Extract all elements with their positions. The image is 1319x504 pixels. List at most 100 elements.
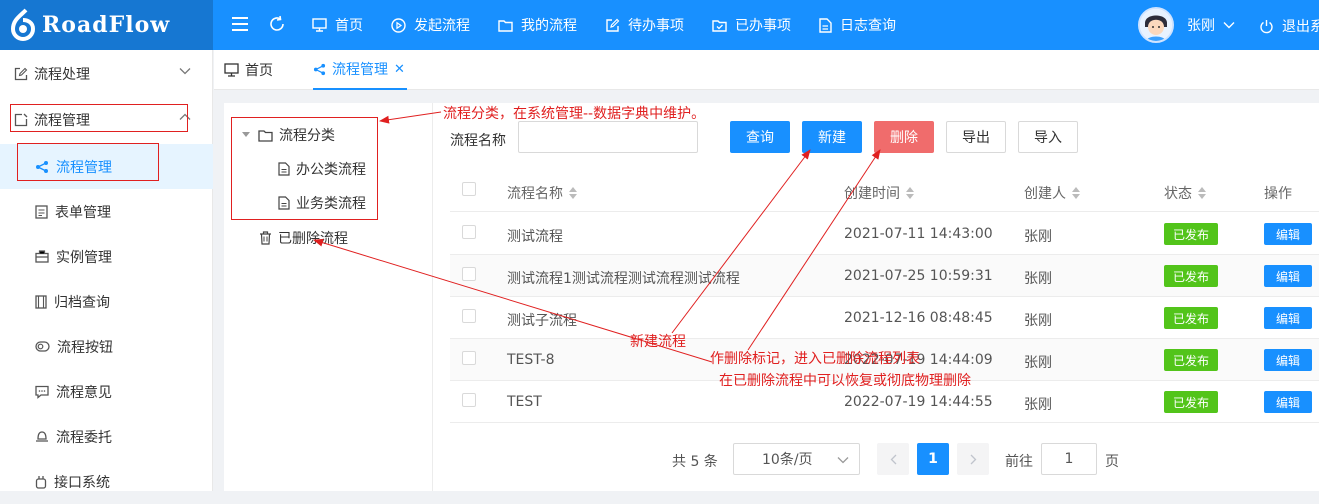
tab-home[interactable]: 首页: [224, 50, 273, 90]
row-checkbox[interactable]: [462, 267, 476, 281]
goto-label: 前往: [1005, 454, 1033, 470]
flow-name-input[interactable]: [518, 121, 698, 153]
nav-home[interactable]: 首页: [312, 15, 363, 35]
prev-page-button[interactable]: [877, 443, 909, 475]
select-all-checkbox[interactable]: [462, 182, 476, 196]
cell-time: 2022-07-19 14:44:55: [844, 394, 993, 410]
logout-button[interactable]: 退出系: [1259, 16, 1319, 36]
row-checkbox[interactable]: [462, 351, 476, 365]
nav-todo-label: 待办事项: [628, 18, 684, 34]
sidebar-group-label: 流程处理: [34, 67, 90, 83]
api-icon: [35, 475, 47, 489]
sidebar-item-form-manage[interactable]: 表单管理: [0, 189, 213, 234]
edit-button[interactable]: 编辑: [1264, 307, 1312, 329]
refresh-icon[interactable]: [268, 15, 286, 33]
edit-button[interactable]: 编辑: [1264, 391, 1312, 413]
status-badge: 已发布: [1164, 265, 1219, 287]
top-bar: RoadFlow 首页 发起流程 我的流程 待办事项 已办事项 日志查询 张刚 …: [0, 0, 1319, 50]
close-icon[interactable]: ✕: [394, 62, 405, 77]
tree-node-deleted[interactable]: 已删除流程: [259, 228, 348, 248]
share-icon: [313, 63, 326, 75]
annotation-new-flow: 新建流程: [630, 334, 686, 350]
edit-icon: [606, 18, 620, 32]
goto-page-input[interactable]: 1: [1041, 443, 1097, 475]
annotation-box-sidebar-item: [17, 143, 159, 181]
sort-icon[interactable]: [906, 187, 914, 199]
cell-creator: 张刚: [1024, 313, 1052, 329]
tab-label: 首页: [245, 63, 273, 79]
delete-button[interactable]: 删除: [874, 121, 934, 153]
column-header-time[interactable]: 创建时间: [844, 183, 914, 203]
sidebar-item-instance-manage[interactable]: 实例管理: [0, 234, 213, 279]
nav-start-flow-label: 发起流程: [414, 18, 470, 34]
cell-name: TEST-8: [507, 352, 555, 368]
cell-creator: 张刚: [1024, 355, 1052, 371]
logo[interactable]: RoadFlow: [0, 0, 213, 50]
top-nav: 首页 发起流程 我的流程 待办事项 已办事项 日志查询: [312, 0, 924, 50]
annotation-category: 流程分类，在系统管理--数据字典中维护。: [443, 106, 706, 122]
column-header-status[interactable]: 状态: [1164, 183, 1206, 203]
table-row[interactable]: 测试流程1测试流程测试流程测试流程 2021-07-25 10:59:31 张刚…: [450, 255, 1319, 297]
row-checkbox[interactable]: [462, 225, 476, 239]
sidebar-item-interface-system[interactable]: 接口系统: [0, 459, 213, 504]
nav-home-label: 首页: [335, 18, 363, 34]
user-name: 张刚: [1187, 18, 1215, 34]
content-panel: 流程分类 办公类流程 业务类流程 已删除流程 流程名称 查询 新建 删除 导出 …: [224, 103, 1319, 491]
sort-icon[interactable]: [1072, 187, 1080, 199]
chevron-down-icon: [179, 68, 191, 75]
annotation-box-category-tree: [231, 117, 378, 220]
sidebar-group-flow-process[interactable]: 流程处理: [0, 51, 213, 97]
comment-icon: [35, 385, 49, 399]
nav-done-label: 已办事项: [735, 18, 791, 34]
user-menu[interactable]: 张刚: [1138, 7, 1235, 43]
page-suffix: 页: [1105, 454, 1119, 470]
edit-button[interactable]: 编辑: [1264, 349, 1312, 371]
tab-bar: 首页 流程管理 ✕: [214, 50, 1319, 90]
sidebar-item-archive-query[interactable]: 归档查询: [0, 279, 213, 324]
nav-done[interactable]: 已办事项: [712, 15, 791, 35]
chevron-down-icon: [1223, 22, 1235, 29]
nav-start-flow[interactable]: 发起流程: [391, 15, 470, 35]
sidebar-item-flow-opinion[interactable]: 流程意见: [0, 369, 213, 414]
flow-name-label: 流程名称: [450, 133, 506, 149]
sort-icon[interactable]: [1198, 187, 1206, 199]
status-badge: 已发布: [1164, 391, 1219, 413]
export-button[interactable]: 导出: [946, 121, 1006, 153]
next-page-button[interactable]: [957, 443, 989, 475]
toggle-icon: [35, 341, 50, 352]
form-icon: [35, 204, 48, 219]
sort-icon[interactable]: [569, 187, 577, 199]
cell-time: 2021-07-11 14:43:00: [844, 226, 993, 242]
sidebar-item-flow-delegate[interactable]: 流程委托: [0, 414, 213, 459]
table-row[interactable]: 测试子流程 2021-12-16 08:48:45 张刚 已发布 编辑: [450, 297, 1319, 339]
edit-button[interactable]: 编辑: [1264, 265, 1312, 287]
nav-todo[interactable]: 待办事项: [605, 15, 684, 35]
column-header-creator[interactable]: 创建人: [1024, 183, 1080, 203]
nav-my-flow-label: 我的流程: [521, 18, 577, 34]
bell-icon: [36, 431, 48, 442]
nav-log[interactable]: 日志查询: [819, 15, 896, 35]
cell-creator: 张刚: [1024, 271, 1052, 287]
column-header-name[interactable]: 流程名称: [507, 183, 577, 203]
nav-my-flow[interactable]: 我的流程: [498, 15, 577, 35]
table-row[interactable]: 测试流程 2021-07-11 14:43:00 张刚 已发布 编辑: [450, 213, 1319, 255]
search-button[interactable]: 查询: [730, 121, 790, 153]
edit-button[interactable]: 编辑: [1264, 223, 1312, 245]
logout-label: 退出系: [1282, 19, 1319, 35]
column-header-action: 操作: [1264, 186, 1292, 202]
new-button[interactable]: 新建: [802, 121, 862, 153]
row-checkbox[interactable]: [462, 309, 476, 323]
page-size-select[interactable]: 10条/页: [733, 443, 860, 475]
sidebar-item-flow-button[interactable]: 流程按钮: [0, 324, 213, 369]
annotation-delete-line1: 作删除标记，进入已删除流程列表: [710, 351, 920, 367]
status-badge: 已发布: [1164, 223, 1219, 245]
menu-toggle-icon[interactable]: [232, 17, 248, 31]
logo-icon: [10, 8, 36, 41]
tab-flow-manage[interactable]: 流程管理 ✕: [313, 50, 407, 90]
page-size-value: 10条/页: [762, 452, 813, 468]
page-button-current[interactable]: 1: [917, 443, 949, 475]
row-checkbox[interactable]: [462, 393, 476, 407]
import-button[interactable]: 导入: [1018, 121, 1078, 153]
cell-name: TEST: [507, 394, 542, 410]
chevron-down-icon: [837, 457, 849, 464]
